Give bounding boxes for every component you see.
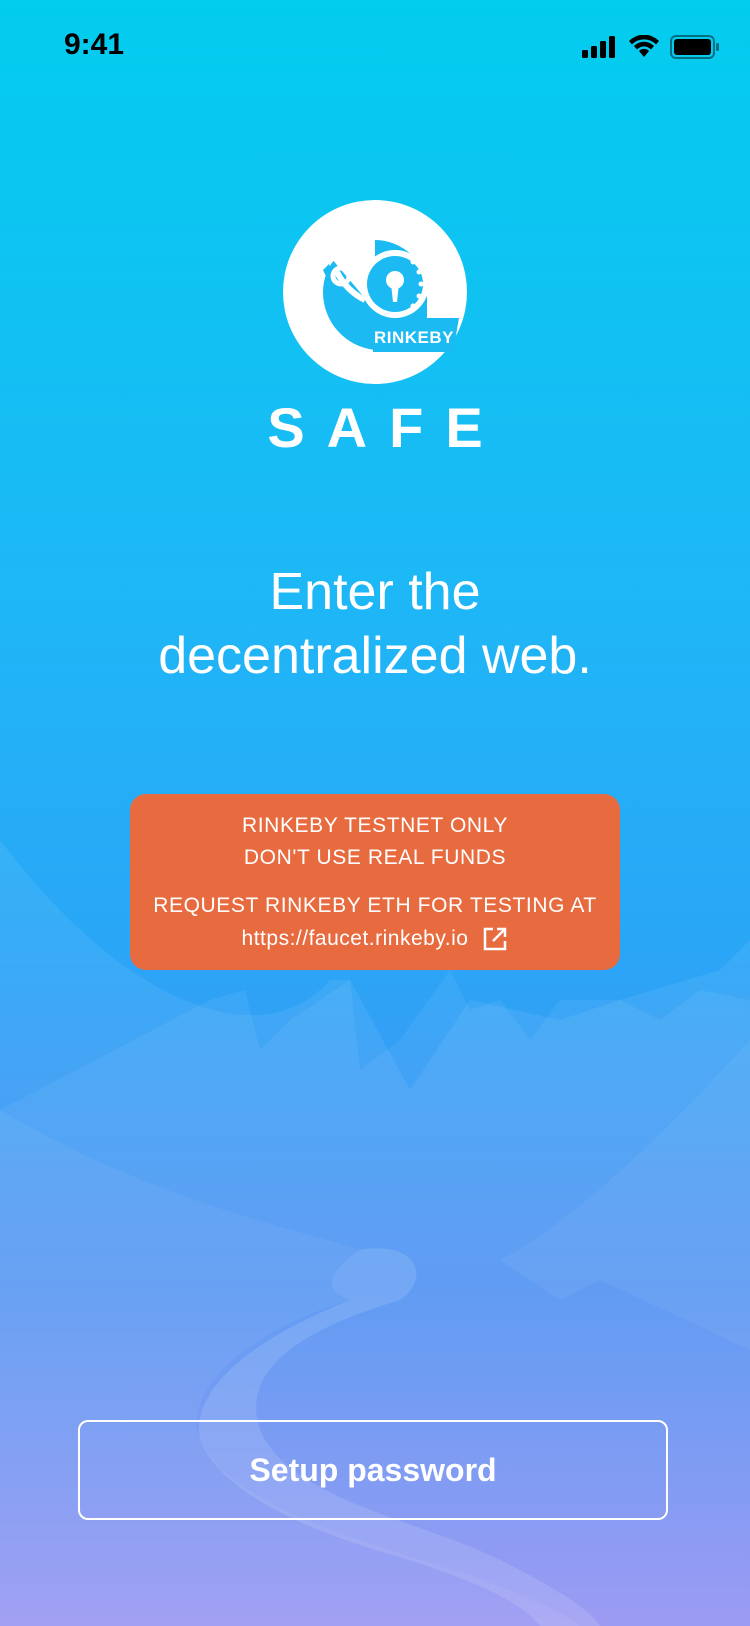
warning-line-2: DON'T USE REAL FUNDS xyxy=(243,846,507,869)
wifi-icon xyxy=(629,35,659,57)
faucet-link-row: https://faucet.rinkeby.io xyxy=(130,926,620,952)
status-bar: 9:41 xyxy=(0,0,750,96)
rinkeby-badge: RINKEBY xyxy=(373,328,454,347)
testnet-warning-banner: RINKEBY TESTNET ONLY DON'T USE REAL FUND… xyxy=(130,794,620,970)
status-icons xyxy=(582,34,720,60)
safe-lock-icon xyxy=(283,200,467,384)
safe-wordmark: SAFE xyxy=(267,396,505,459)
status-time: 9:41 xyxy=(64,28,125,61)
faucet-link-text[interactable]: https://faucet.rinkeby.io xyxy=(242,927,469,951)
headline: Enter the decentralized web. xyxy=(0,560,750,688)
battery-icon xyxy=(670,35,719,59)
external-link-icon[interactable] xyxy=(482,926,508,952)
headline-line-2: decentralized web. xyxy=(158,627,592,685)
warning-line-1: RINKEBY TESTNET ONLY xyxy=(241,814,509,837)
cellular-signal-icon xyxy=(582,36,615,58)
warning-line-3: REQUEST RINKEBY ETH FOR TESTING AT xyxy=(153,894,597,917)
setup-password-button[interactable]: Setup password xyxy=(78,1420,668,1520)
faucet-link[interactable]: https://faucet.rinkeby.io xyxy=(242,926,509,952)
headline-line-1: Enter the xyxy=(269,563,481,621)
